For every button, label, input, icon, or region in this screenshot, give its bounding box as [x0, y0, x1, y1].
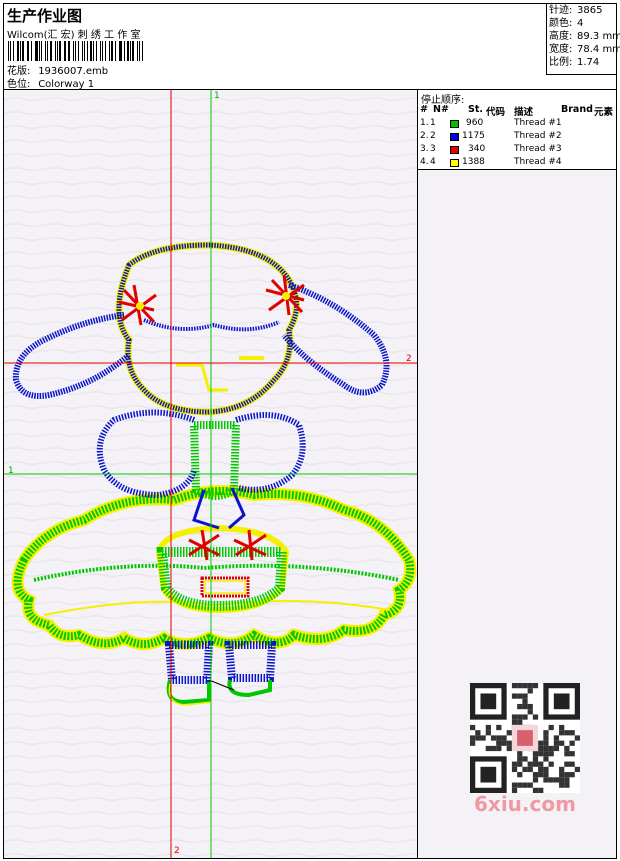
color-swatch — [450, 120, 459, 128]
color-swatch — [450, 133, 459, 141]
table-row: 1. 1 960 Thread #1 — [420, 118, 562, 128]
company-name: Wilcom(汇 宏) 刺 绣 工 作 室 — [7, 30, 141, 41]
design-stats: 针迹: 3865 颜色: 4 高度: 89.3 mm 宽度: 78.4 mm 比例: 1.… — [546, 4, 620, 75]
color-swatch — [450, 159, 459, 167]
barcode — [8, 41, 146, 61]
stop-sequence-table: 停止顺序: # N# St. 代码 描述 Brand 元素 1. 1 960 Thr… — [418, 90, 616, 170]
stat-scale: 比例: 1.74 — [549, 57, 600, 68]
colorway-value: Colorway 1 — [38, 79, 95, 90]
page-title: 生产作业图 — [7, 7, 83, 25]
color-swatch — [450, 146, 459, 154]
embroidery-preview: 1 1 2 2 — [4, 90, 418, 858]
stat-width: 宽度: 78.4 mm — [549, 44, 620, 55]
qr-code — [470, 683, 580, 793]
stat-stitches: 针迹: 3865 — [549, 5, 603, 16]
worksheet-header: 生产作业图 Wilcom(汇 宏) 刺 绣 工 作 室 花版: 1936007.… — [4, 4, 620, 90]
red-axis-label-right: 2 — [406, 354, 412, 364]
colorway-row: 色位: Colorway 1 — [7, 75, 94, 90]
green-axis-label-left: 1 — [8, 466, 14, 476]
color-sequence-panel: 停止顺序: # N# St. 代码 描述 Brand 元素 1. 1 960 Thr… — [418, 90, 616, 858]
watermark-text: 6xiu.com — [474, 792, 576, 816]
stat-colors: 颜色: 4 — [549, 18, 584, 29]
production-worksheet: 生产作业图 Wilcom(汇 宏) 刺 绣 工 作 室 花版: 1936007.… — [3, 3, 620, 859]
table-row: 3. 3 340 Thread #3 — [420, 144, 562, 154]
green-axis-label-top: 1 — [214, 91, 220, 101]
colorway-label: 色位: — [7, 79, 31, 90]
embroidery-drawing — [4, 90, 417, 858]
stat-height: 高度: 89.3 mm — [549, 31, 620, 42]
table-row: 2. 2 1175 Thread #2 — [420, 131, 562, 141]
red-axis-label-bottom: 2 — [174, 846, 180, 856]
table-row: 4. 4 1388 Thread #4 — [420, 157, 562, 167]
